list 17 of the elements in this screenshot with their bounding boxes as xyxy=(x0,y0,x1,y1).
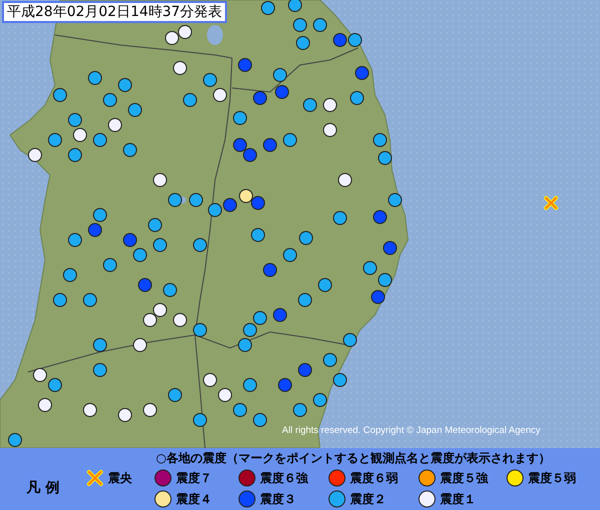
legend-label: 震度７ xyxy=(176,470,212,486)
timestamp-label: 平成28年02月02日14時37分発表 xyxy=(2,1,228,23)
station-marker[interactable] xyxy=(288,0,302,12)
legend-heading: ○各地の震度（マークをポイントすると観測点名と震度が表示されます） xyxy=(155,450,552,467)
legend-title: 凡 例 xyxy=(25,479,60,497)
legend-label: 震度６弱 xyxy=(350,470,398,486)
legend-label: 震度２ xyxy=(350,490,386,508)
epicenter-cross-icon xyxy=(544,196,558,210)
legend-label: 震度６強 xyxy=(260,470,308,486)
legend-label: 震度４ xyxy=(176,490,212,508)
legend-label: 震度１ xyxy=(440,490,476,508)
epicenter-cross-icon xyxy=(87,470,103,486)
legend-label: 震度５強 xyxy=(440,470,488,486)
copyright-text: All rights reserved. Copyright © Japan Meteorological Agency xyxy=(282,425,540,436)
legend-label: 震央 xyxy=(108,470,132,486)
legend-label: 震度３ xyxy=(260,490,296,508)
legend-label: 震度５弱 xyxy=(528,470,576,486)
